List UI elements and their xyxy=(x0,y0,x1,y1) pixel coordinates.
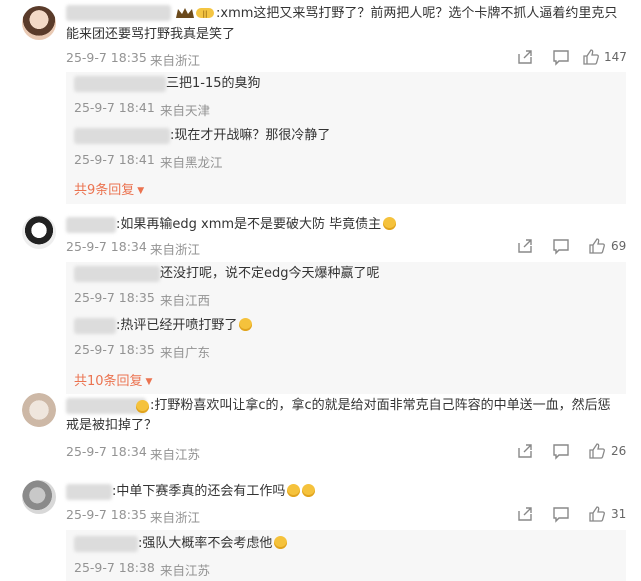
comment-icon[interactable] xyxy=(552,505,572,525)
more-replies-link[interactable]: 共10条回复 ▼ xyxy=(74,370,152,389)
reply-text-content: :强队大概率不会考虑他 xyxy=(138,536,273,551)
comment-text: :中单下赛季真的还会有工作吗 xyxy=(112,481,316,503)
comment-location: 来自浙江 xyxy=(150,53,201,68)
more-replies-label: 共10条回复 xyxy=(74,374,143,389)
reply-text: :强队大概率不会考虑他 xyxy=(138,534,288,554)
avatar[interactable] xyxy=(22,393,56,427)
more-replies-link[interactable]: 共9条回复 ▼ xyxy=(74,179,144,198)
avatar[interactable] xyxy=(22,215,56,249)
username-redacted[interactable] xyxy=(66,398,146,414)
reply-text-content: :热评已经开喷打野了 xyxy=(116,318,238,333)
emoji-icon xyxy=(383,217,397,230)
emoji-icon xyxy=(274,536,288,549)
svg-text:||: || xyxy=(203,10,208,18)
chevron-down-icon: ▼ xyxy=(137,186,145,196)
comment-location: 来自浙江 xyxy=(150,242,201,257)
more-replies-label: 共9条回复 xyxy=(74,183,135,198)
comment-text: :xmm这把又来骂打野了？前两把人呢？选个卡牌不抓人逼着约里克只 xyxy=(216,6,618,21)
comment-text-content: :中单下赛季真的还会有工作吗 xyxy=(112,484,286,499)
share-icon[interactable] xyxy=(516,442,536,462)
comment-icon[interactable] xyxy=(552,237,572,257)
username-redacted[interactable] xyxy=(66,484,112,500)
comment-text-content: :如果再输edg xmm是不是要破大防 毕竟债主 xyxy=(116,217,382,232)
username-redacted[interactable] xyxy=(74,76,166,92)
like-count: 69 xyxy=(611,239,627,253)
reply-date: 25-9-7 18:38 xyxy=(74,560,155,575)
comment-text: 能来团还要骂打野我真是笑了 xyxy=(66,27,236,42)
username-redacted[interactable] xyxy=(74,266,160,282)
comment-text: :如果再输edg xmm是不是要破大防 毕竟债主 xyxy=(116,214,397,236)
like-icon[interactable] xyxy=(588,505,608,525)
share-icon[interactable] xyxy=(516,237,536,257)
comment-icon[interactable] xyxy=(552,442,572,462)
username-redacted[interactable] xyxy=(74,536,138,552)
like-count: 26 xyxy=(611,444,627,458)
reply-text: :现在才开战嘛？那很冷静了 xyxy=(170,128,331,143)
reply-location: 来自黑龙江 xyxy=(160,155,223,170)
reply-date: 25-9-7 18:41 xyxy=(74,152,155,167)
emoji-icon xyxy=(302,484,316,497)
comment-date: 25-9-7 18:34 xyxy=(66,239,147,254)
vip-crown-icon: || xyxy=(176,8,214,18)
emoji-icon xyxy=(239,318,253,331)
share-icon[interactable] xyxy=(516,48,536,68)
reply-list: 三把1-15的臭狗 25-9-7 18:41 来自天津 :现在才开战嘛？那很冷静… xyxy=(66,72,626,204)
comment-date: 25-9-7 18:35 xyxy=(66,507,147,522)
like-icon[interactable] xyxy=(588,442,608,462)
like-icon[interactable] xyxy=(588,237,608,257)
reply-location: 来自广东 xyxy=(160,345,211,360)
username-redacted[interactable] xyxy=(66,217,116,233)
reply-location: 来自天津 xyxy=(160,103,211,118)
comment-date: 25-9-7 18:35 xyxy=(66,50,147,65)
comment-date: 25-9-7 18:34 xyxy=(66,444,147,459)
like-icon[interactable] xyxy=(582,48,602,68)
chevron-down-icon: ▼ xyxy=(145,377,153,387)
reply-list: 还没打呢，说不定edg今天爆种赢了呢 25-9-7 18:35 来自江西 :热评… xyxy=(66,262,626,394)
username-redacted[interactable] xyxy=(74,128,170,144)
emoji-icon xyxy=(287,484,301,497)
reply-date: 25-9-7 18:41 xyxy=(74,100,155,115)
reply-location: 来自江西 xyxy=(160,293,211,308)
reply-text: :热评已经开喷打野了 xyxy=(116,316,253,336)
like-count: 147 xyxy=(604,50,627,64)
reply-text: 还没打呢，说不定edg今天爆种赢了呢 xyxy=(160,266,380,281)
comment-text: 戒是被扣掉了？ xyxy=(66,418,158,433)
comment-location: 来自江苏 xyxy=(150,447,201,462)
comment-location: 来自浙江 xyxy=(150,510,201,525)
comment-icon[interactable] xyxy=(552,48,572,68)
reply-location: 来自江苏 xyxy=(160,563,211,578)
reply-date: 25-9-7 18:35 xyxy=(74,290,155,305)
like-count: 31 xyxy=(611,507,627,521)
username-redacted[interactable] xyxy=(74,318,116,334)
reply-date: 25-9-7 18:35 xyxy=(74,342,155,357)
comment-text: :打野粉喜欢叫让拿c的，拿c的就是给对面非常克自己阵容的中单送一血，然后惩 xyxy=(150,398,611,413)
emoji-icon xyxy=(136,400,149,413)
reply-list: :强队大概率不会考虑他 25-9-7 18:38 来自江苏 xyxy=(66,530,626,581)
reply-text: 三把1-15的臭狗 xyxy=(166,76,261,91)
username-redacted[interactable] xyxy=(66,5,171,21)
avatar[interactable] xyxy=(22,480,56,514)
avatar[interactable] xyxy=(22,6,56,40)
share-icon[interactable] xyxy=(516,505,536,525)
